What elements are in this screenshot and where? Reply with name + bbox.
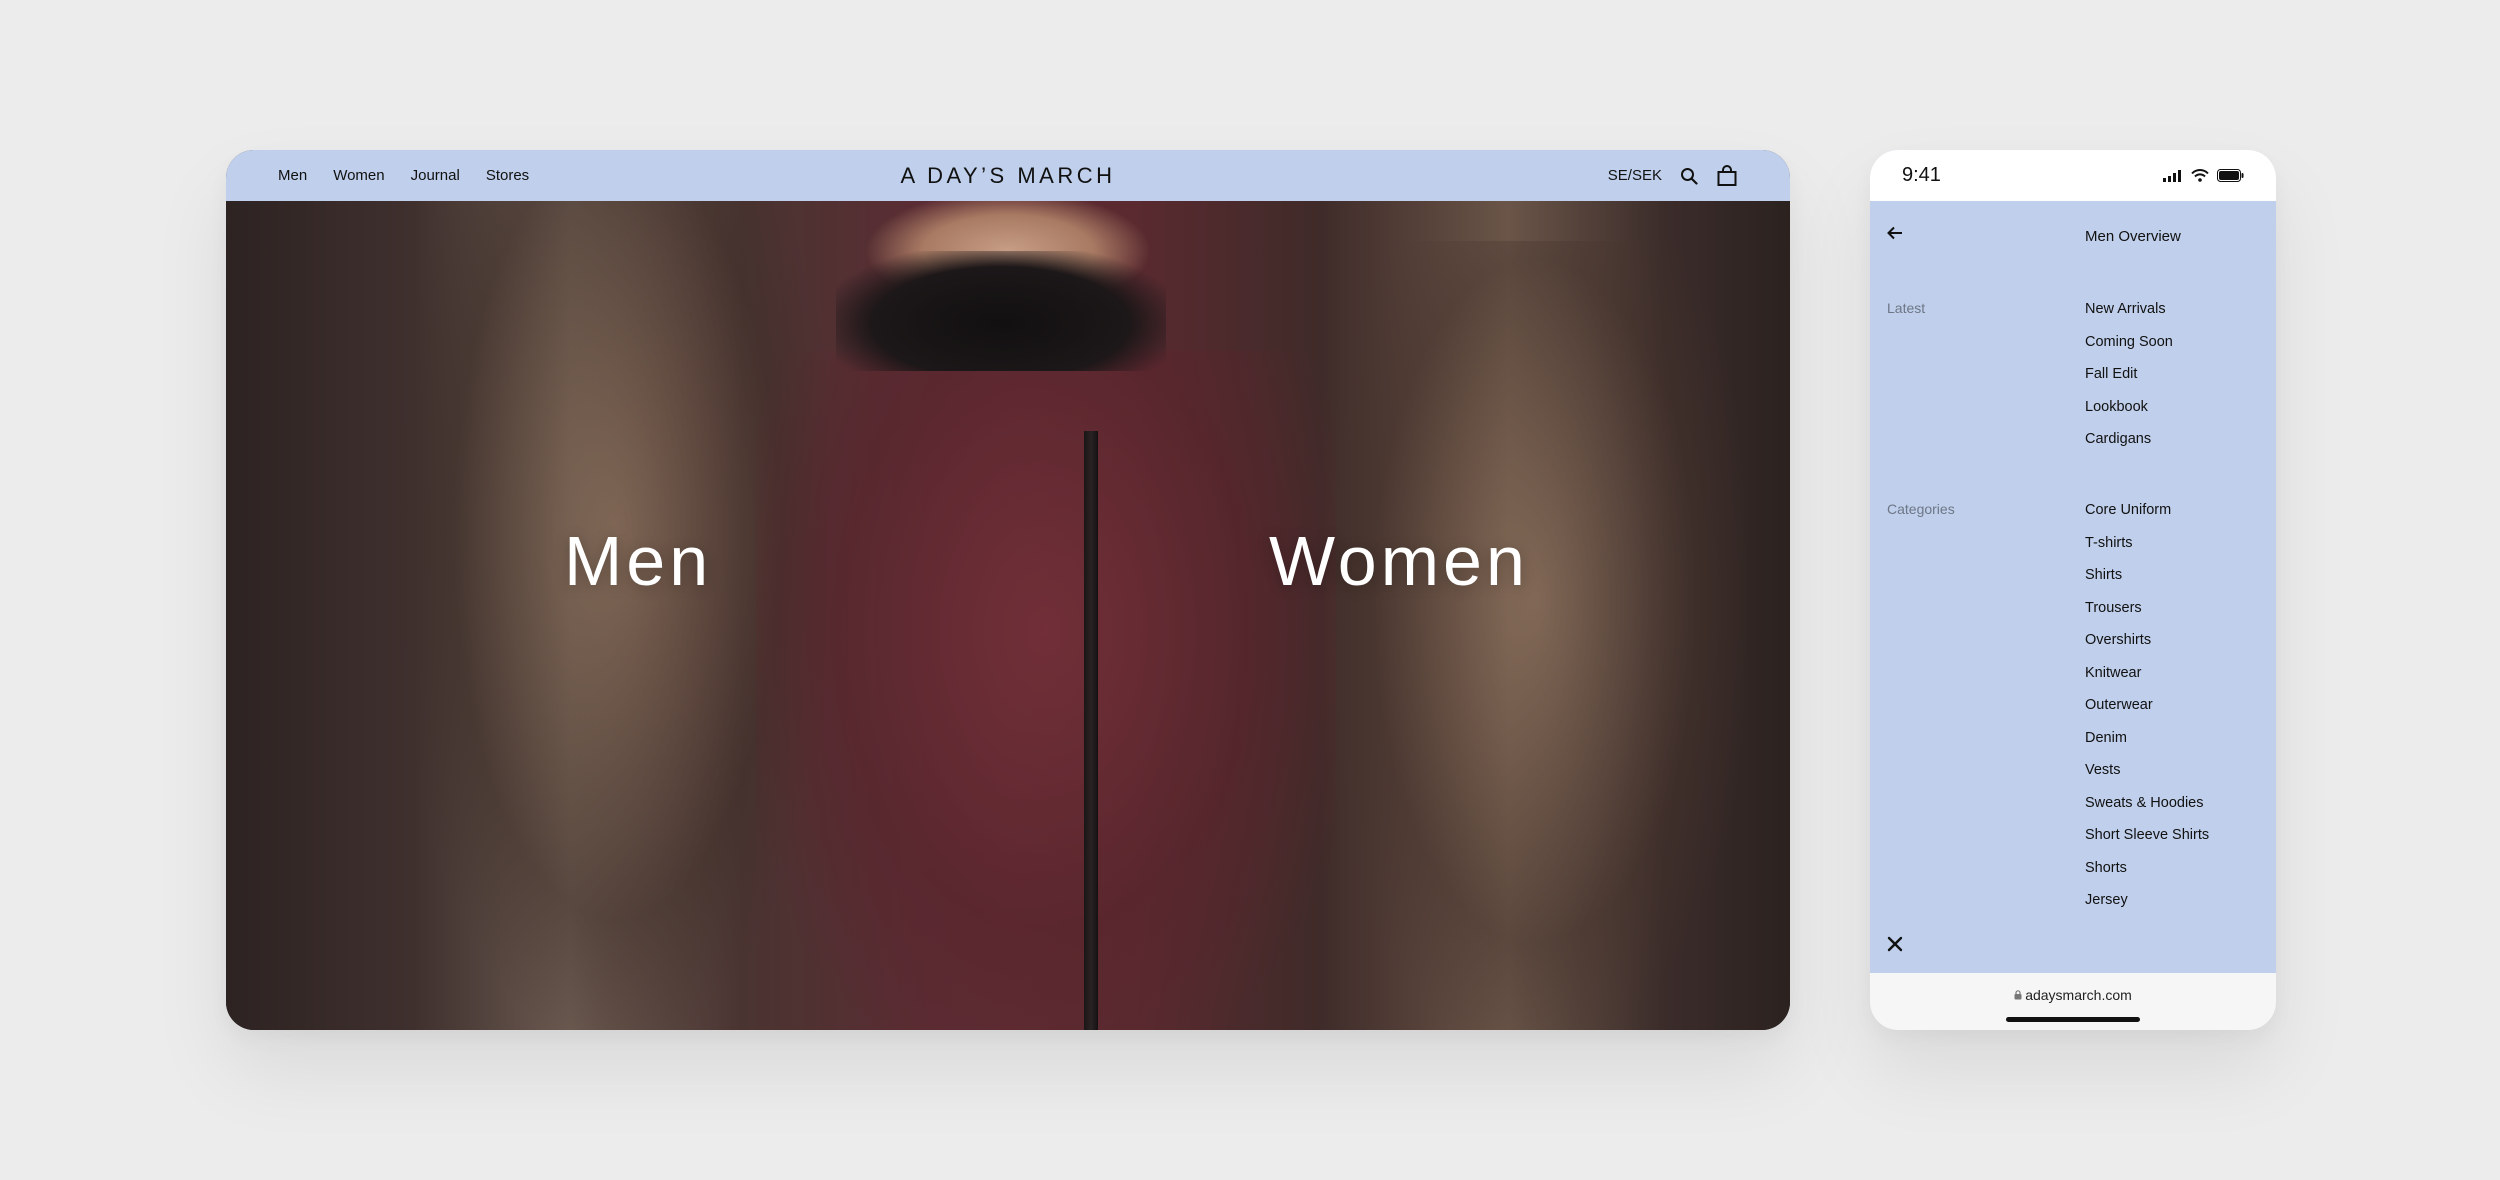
menu-item-new-arrivals[interactable]: New Arrivals [2085,300,2173,333]
menu-item-jersey[interactable]: Jersey [2085,891,2209,924]
menu-item-trousers[interactable]: Trousers [2085,599,2209,632]
site-logo[interactable]: A DAY’S MARCH [900,163,1115,189]
categories-list: Core Uniform T-shirts Shirts Trousers Ov… [2085,501,2209,924]
menu-item-knitwear[interactable]: Knitwear [2085,664,2209,697]
menu-item-fall-edit[interactable]: Fall Edit [2085,365,2173,398]
status-time: 9:41 [1902,164,1941,186]
status-bar: 9:41 [1870,150,2276,201]
browser-url-bar[interactable]: adaysmarch.com [1870,973,2276,1030]
menu-item-shorts[interactable]: Shorts [2085,859,2209,892]
menu-item-short-sleeve-shirts[interactable]: Short Sleeve Shirts [2085,826,2209,859]
menu-item-t-shirts[interactable]: T-shirts [2085,534,2209,567]
hero-link-men[interactable]: Men [564,521,712,601]
menu-item-lookbook[interactable]: Lookbook [2085,398,2173,431]
hero-fleece-jacket [756,351,1336,1030]
hero-link-women[interactable]: Women [1269,521,1529,601]
search-icon[interactable] [1680,167,1698,185]
menu-item-vests[interactable]: Vests [2085,761,2209,794]
site-header: Men Women Journal Stores A DAY’S MARCH S… [226,150,1790,201]
latest-list: New Arrivals Coming Soon Fall Edit Lookb… [2085,300,2173,463]
menu-item-sweats-hoodies[interactable]: Sweats & Hoodies [2085,794,2209,827]
menu-item-core-uniform[interactable]: Core Uniform [2085,501,2209,534]
url-text: adaysmarch.com [2025,987,2132,1003]
menu-header: Men Overview [1870,222,2276,252]
locale-selector[interactable]: SE/SEK [1608,167,1662,184]
wifi-icon [2191,169,2209,182]
nav-item-journal[interactable]: Journal [411,167,460,184]
header-actions: SE/SEK [1608,164,1738,187]
hero-hair-right [1326,241,1746,1030]
group-label-categories: Categories [1887,501,1955,517]
hero-zipper [1084,431,1098,1030]
battery-icon [2217,169,2244,182]
menu-item-cardigans[interactable]: Cardigans [2085,430,2173,463]
back-arrow-icon[interactable] [1886,224,1904,242]
hero-collar [836,251,1166,371]
menu-item-outerwear[interactable]: Outerwear [2085,696,2209,729]
signal-icon [2163,169,2183,182]
group-label-latest: Latest [1887,300,1926,316]
mobile-window: 9:41 Men Overview Latest New Arrivals Co… [1870,150,2276,1030]
nav-item-stores[interactable]: Stores [486,167,529,184]
desktop-window: Men Women Journal Stores A DAY’S MARCH S… [226,150,1790,1030]
status-icons [2163,169,2244,182]
url-field[interactable]: adaysmarch.com [2014,987,2132,1003]
home-indicator[interactable] [2006,1017,2140,1022]
nav-item-women[interactable]: Women [333,167,384,184]
menu-item-shirts[interactable]: Shirts [2085,566,2209,599]
bag-icon[interactable] [1716,164,1738,187]
lock-icon [2014,990,2022,1000]
nav-item-men[interactable]: Men [278,167,307,184]
hero-image: Men Women [226,201,1790,1030]
close-icon[interactable] [1886,935,1904,953]
menu-item-coming-soon[interactable]: Coming Soon [2085,333,2173,366]
menu-item-overshirts[interactable]: Overshirts [2085,631,2209,664]
main-nav: Men Women Journal Stores [278,167,529,184]
menu-title[interactable]: Men Overview [2085,228,2181,245]
menu-item-denim[interactable]: Denim [2085,729,2209,762]
